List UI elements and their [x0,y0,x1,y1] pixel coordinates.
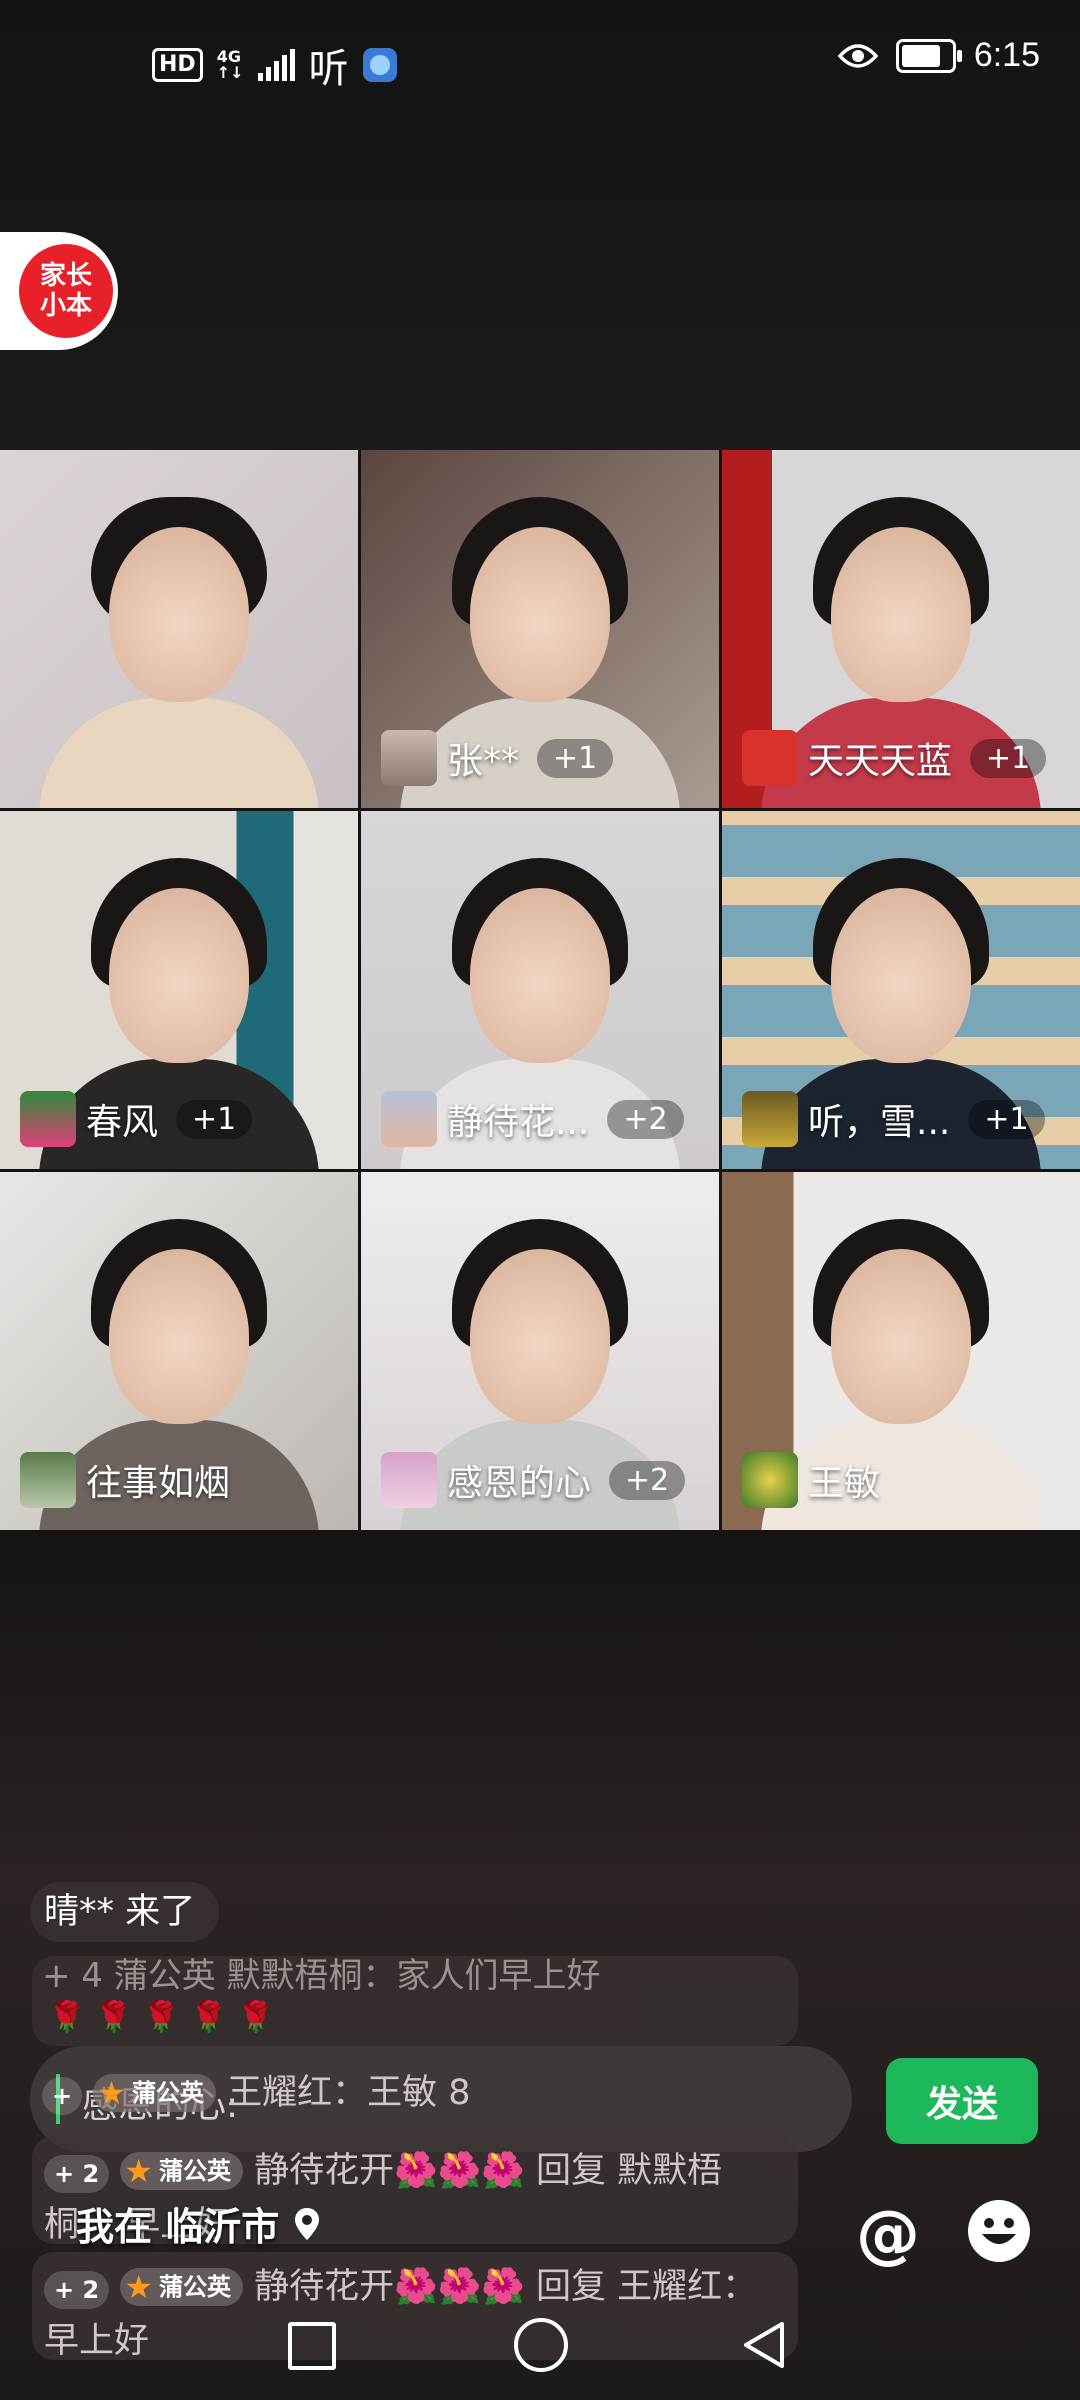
participant-body [39,698,319,808]
fan-badge: ★ 蒲公英 [120,2268,243,2306]
location-text: 我在 临沂市 [76,2205,280,2249]
video-tile-participant[interactable]: 感恩的心 +2 [361,1172,719,1530]
signal-icon [257,49,295,81]
participant-name: 静待花... [447,1102,590,1143]
video-tile-participant[interactable]: 春风 +1 [0,811,358,1169]
participant-face [831,887,971,1063]
logo-badge: 家长 小本 [19,244,113,338]
like-count: +1 [970,738,1047,778]
hd-icon: HD [152,48,203,82]
participant-face [470,1248,610,1424]
back-icon[interactable] [740,2320,788,2370]
participant-avatar [20,1091,76,1147]
video-tile-participant[interactable]: 往事如烟 [0,1172,358,1530]
fan-badge: ★ 蒲公英 [93,2074,216,2112]
level-badge: + 2 [44,2271,110,2309]
participant-avatar [742,730,798,786]
chat-message-text: 王耀红：王敏 8 [227,2073,471,2113]
participant-name: 往事如烟 [86,1463,231,1504]
participant-avatar [381,1452,437,1508]
send-button[interactable]: 发送 [886,2058,1038,2144]
battery-icon [895,38,962,73]
participant-caption: 感恩的心 +2 [381,1452,686,1508]
app-notification-icon: 听 [308,46,349,92]
location-tag[interactable]: 我在 临沂市 [76,2196,321,2251]
participant-caption: 张** +1 [381,730,614,786]
participant-name: 王敏 [808,1463,881,1504]
clock: 6:15 [973,36,1040,74]
recent-apps-icon[interactable] [288,2322,336,2370]
status-right: 6:15 [837,36,1040,75]
participant-face [831,526,971,702]
participant-name: 张** [447,741,520,782]
browser-notification-icon [362,48,397,82]
participant-caption: 往事如烟 [20,1452,230,1508]
video-tile-participant[interactable]: 张** +1 [361,450,719,808]
participant-face [470,887,610,1063]
video-tile-host[interactable] [0,450,358,808]
eye-icon [837,43,878,68]
chat-message-faded: + 4 蒲公英 默默梧桐：家人们早上好 🌹🌹🌹🌹🌹 [32,1956,798,2046]
participant-caption: 王敏 [742,1452,880,1508]
participant-face [831,1248,971,1424]
video-tile-participant[interactable]: 王敏 [722,1172,1080,1530]
participant-avatar [742,1452,798,1508]
home-icon[interactable] [514,2318,568,2372]
like-count: +1 [968,1099,1045,1139]
join-notice: 晴** 来了 [30,1882,220,1942]
participant-caption: 天天天蓝 +1 [742,730,1047,786]
star-icon: ★ [124,2152,153,2190]
video-tile-participant[interactable]: 天天天蓝 +1 [722,450,1080,808]
participant-name: 天天天蓝 [808,741,953,782]
emoji-icon[interactable] [966,2198,1032,2264]
video-tile-participant[interactable]: 听，雪... +1 [722,811,1080,1169]
chat-message-text: + 4 蒲公英 默默梧桐：家人们早上好 [42,1956,601,1996]
like-count: +1 [176,1099,253,1139]
participant-face [109,526,249,702]
participant-avatar [742,1091,798,1147]
video-tile-participant[interactable]: 静待花... +2 [361,811,719,1169]
status-bar: HD 4G ↑↓ 听 6:15 [0,0,1080,115]
star-icon: ★ [124,2268,153,2306]
participant-avatar [381,730,437,786]
chat-message: + ★ 蒲公英 王耀红：王敏 8 [32,2058,798,2128]
app-logo[interactable]: 家长 小本 [0,232,118,350]
participant-avatar [381,1091,437,1147]
participant-face [470,526,610,702]
fan-badge: ★ 蒲公英 [120,2152,243,2190]
participant-caption: 春风 +1 [20,1091,253,1147]
participant-avatar [20,1452,76,1508]
star-icon: ★ [97,2074,126,2112]
location-pin-icon [295,2207,320,2240]
participant-caption: 静待花... +2 [381,1091,684,1147]
level-badge: + 2 [44,2155,110,2193]
status-left: HD 4G ↑↓ 听 [152,36,397,94]
participant-name: 春风 [86,1102,159,1143]
level-badge: + [42,2077,83,2115]
like-count: +2 [609,1460,686,1500]
like-count: +1 [537,738,614,778]
participant-caption: 听，雪... +1 [742,1091,1045,1147]
like-count: +2 [607,1099,684,1139]
network-type: 4G ↑↓ [216,47,244,82]
participant-face [109,1248,249,1424]
participant-face [109,887,249,1063]
chat-message: + 2 ★ 蒲公英 静待花开🌺🌺🌺 回复 王耀红：早上好 [32,2252,798,2360]
participant-name: 感恩的心 [447,1463,592,1504]
video-grid: 张** +1 天天天蓝 +1 春风 +1 静待花... +2 听，雪... +1… [0,450,1080,1530]
mention-icon[interactable]: @ [856,2198,920,2272]
participant-name: 听，雪... [808,1102,951,1143]
rose-emojis: 🌹🌹🌹🌹🌹 [48,2000,285,2035]
